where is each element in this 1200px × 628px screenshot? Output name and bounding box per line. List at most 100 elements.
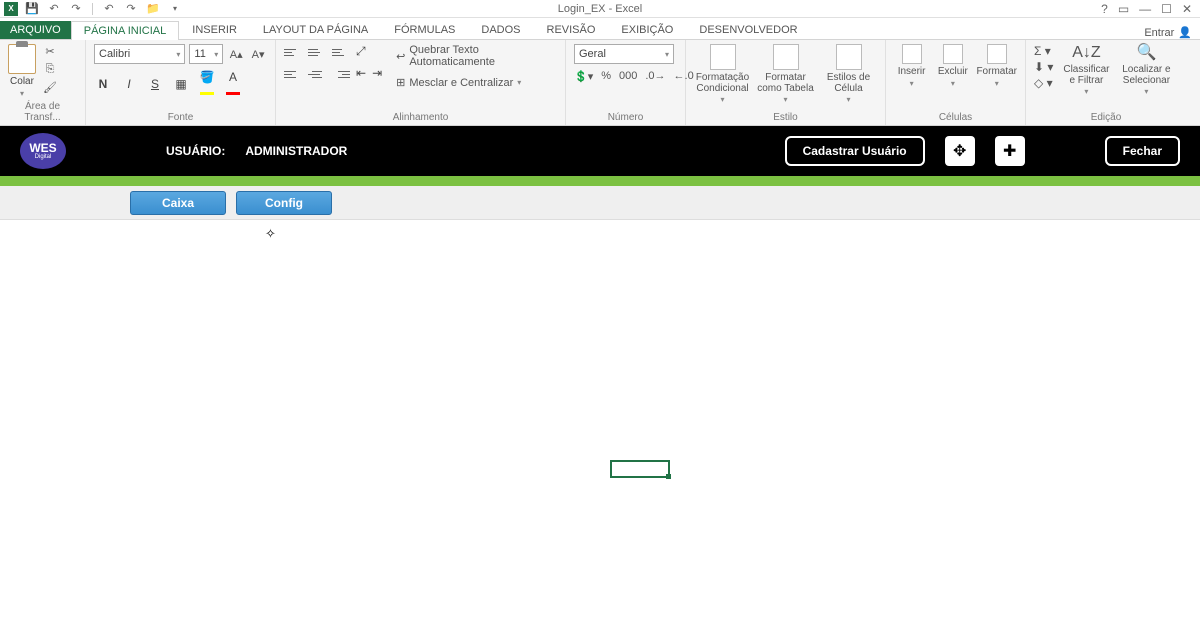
bold-button[interactable]: N [94,77,112,91]
qat-dropdown-icon[interactable]: ▾ [167,2,183,16]
number-format-select[interactable]: Geral▾ [574,44,674,64]
delete-icon [943,44,963,64]
format-painter-icon[interactable]: 🖌 [42,80,58,94]
insert-cells-button[interactable]: Inserir▾ [894,44,929,88]
save-icon[interactable]: 💾 [24,2,40,16]
group-clipboard: Colar ▾ ✂ ⎘ 🖌 Área de Transf... [0,40,86,125]
fill-icon[interactable]: ⬇ ▾ [1034,60,1053,74]
close-app-button[interactable]: Fechar [1105,136,1180,166]
tab-data[interactable]: DADOS [468,20,533,39]
decrease-font-icon[interactable]: A▾ [249,44,267,64]
config-button[interactable]: Config [236,191,332,215]
undo-icon[interactable]: ↶ [46,2,62,16]
undo2-icon[interactable]: ↶ [101,2,117,16]
align-center-icon[interactable] [308,66,326,82]
font-name-select[interactable]: Calibri▾ [94,44,185,64]
cell-styles-icon [836,44,862,70]
green-divider [0,176,1200,186]
minimize-icon[interactable]: — [1139,2,1151,16]
close-icon[interactable]: ✕ [1182,2,1192,16]
maximize-icon[interactable]: ☐ [1161,2,1172,16]
cut-icon[interactable]: ✂ [42,44,58,58]
redo2-icon[interactable]: ↷ [123,2,139,16]
group-label: Edição [1034,110,1178,125]
tab-layout[interactable]: LAYOUT DA PÁGINA [250,20,381,39]
group-label: Estilo [694,110,877,125]
ribbon-options-icon[interactable]: ▭ [1118,2,1129,16]
find-select-button[interactable]: 🔍Localizar e Selecionar▾ [1119,44,1173,96]
app-header-bar: WESDigital USUÁRIO: ADMINISTRADOR Cadast… [0,126,1200,176]
folder-icon[interactable]: 📁 [145,2,161,16]
fill-color-button[interactable]: 🪣 [198,70,216,98]
wrap-text-button[interactable]: ↩Quebrar Texto Automaticamente [396,44,557,68]
register-user-button[interactable]: Cadastrar Usuário [785,136,925,166]
delete-cells-button[interactable]: Excluir▾ [935,44,970,88]
tab-formulas[interactable]: FÓRMULAS [381,20,468,39]
caixa-button[interactable]: Caixa [130,191,226,215]
align-right-icon[interactable] [332,66,350,82]
excel-icon: X [4,2,18,16]
user-label: USUÁRIO: [166,144,225,158]
cond-format-icon [710,44,736,70]
format-as-table-button[interactable]: Formatar como Tabela▾ [757,44,814,105]
percent-format-icon[interactable]: % [601,70,611,83]
window-controls: ? ▭ — ☐ ✕ [1101,2,1200,16]
clear-icon[interactable]: ◇ ▾ [1034,76,1053,90]
sort-filter-button[interactable]: A↓ZClassificar e Filtrar▾ [1059,44,1113,96]
align-middle-icon[interactable] [308,44,326,60]
wrap-icon: ↩ [396,50,405,63]
ribbon-tabs: ARQUIVO PÁGINA INICIAL INSERIR LAYOUT DA… [0,18,1200,40]
border-button[interactable]: ▦ [172,77,190,91]
user-name: ADMINISTRADOR [245,144,347,158]
group-editing: Σ ▾ ⬇ ▾ ◇ ▾ A↓ZClassificar e Filtrar▾ 🔍L… [1026,40,1186,125]
increase-indent-icon[interactable]: ⇥ [372,66,382,82]
group-alignment: ⤢ ⇤ ⇥ ↩Quebrar Texto Automaticamente ⊞Me… [276,40,566,125]
paste-button[interactable]: Colar ▾ [8,44,36,98]
title-bar: X 💾 ↶ ↷ ↶ ↷ 📁 ▾ Login_EX - Excel ? ▭ — ☐… [0,0,1200,18]
align-top-icon[interactable] [284,44,302,60]
worksheet-area[interactable]: ✧ [0,220,1200,620]
tab-file[interactable]: ARQUIVO [0,21,71,39]
increase-decimal-icon[interactable]: .0→ [645,70,665,83]
increase-font-icon[interactable]: A▴ [227,44,245,64]
format-cells-button[interactable]: Formatar▾ [976,44,1017,88]
accounting-format-icon[interactable]: 💲▾ [574,70,593,83]
orientation-icon[interactable]: ⤢ [356,44,366,60]
font-size-select[interactable]: 11▾ [189,44,223,64]
window-title: Login_EX - Excel [558,3,642,15]
chevron-down-icon: ▾ [20,89,24,98]
plus-icon[interactable]: ✚ [995,136,1025,166]
merge-center-button[interactable]: ⊞Mesclar e Centralizar ▾ [396,76,557,89]
nav-button-row: Caixa Config [0,186,1200,220]
decrease-indent-icon[interactable]: ⇤ [356,66,366,82]
tab-review[interactable]: REVISÃO [534,20,609,39]
cell-styles-button[interactable]: Estilos de Célula▾ [820,44,877,105]
group-number: Geral▾ 💲▾ % 000 .0→ ←.0 Número [566,40,686,125]
sign-in[interactable]: Entrar 👤 [1144,26,1200,39]
move-icon[interactable]: ✥ [945,136,975,166]
conditional-formatting-button[interactable]: Formatação Condicional▾ [694,44,751,105]
align-bottom-icon[interactable] [332,44,350,60]
comma-format-icon[interactable]: 000 [619,70,637,83]
font-color-button[interactable]: A [224,70,242,98]
tab-insert[interactable]: INSERIR [179,20,250,39]
italic-button[interactable]: I [120,77,138,91]
help-icon[interactable]: ? [1101,2,1108,16]
insert-icon [902,44,922,64]
align-left-icon[interactable] [284,66,302,82]
group-styles: Formatação Condicional▾ Formatar como Ta… [686,40,886,125]
tab-view[interactable]: EXIBIÇÃO [608,20,686,39]
group-label: Células [894,110,1017,125]
autosum-icon[interactable]: Σ ▾ [1034,44,1053,58]
tab-home[interactable]: PÁGINA INICIAL [71,21,180,40]
copy-icon[interactable]: ⎘ [42,62,58,76]
underline-button[interactable]: S [146,77,164,91]
merge-icon: ⊞ [396,76,405,89]
redo-icon[interactable]: ↷ [68,2,84,16]
group-label: Área de Transf... [8,99,77,125]
tab-developer[interactable]: DESENVOLVEDOR [686,20,810,39]
separator [92,3,93,15]
group-label: Fonte [94,110,267,125]
selected-cell[interactable] [610,460,670,478]
ribbon: Colar ▾ ✂ ⎘ 🖌 Área de Transf... Calibri▾… [0,40,1200,126]
